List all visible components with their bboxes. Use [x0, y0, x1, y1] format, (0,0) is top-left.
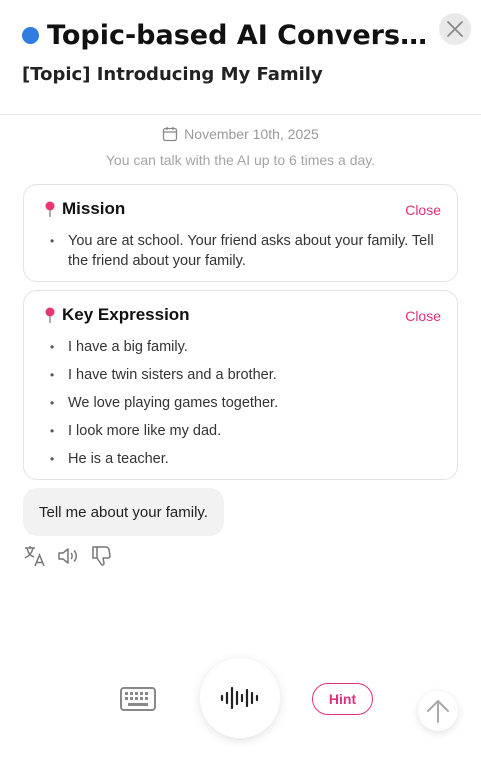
speaker-icon [58, 548, 77, 564]
mission-card: Mission Close You are at school. Your fr… [23, 184, 458, 282]
usage-limit-text: You can talk with the AI up to 6 times a… [105, 152, 376, 168]
header: Topic-based AI Conversati... [Topic] Int… [0, 0, 481, 115]
keyboard-icon [120, 687, 156, 711]
list-item: I have twin sisters and a brother. [50, 365, 439, 385]
list-item: We love playing games together. [50, 393, 439, 413]
close-icon [447, 21, 463, 37]
pin-icon [45, 307, 55, 323]
key-expression-header: Key Expression [42, 305, 190, 325]
message-actions [23, 544, 122, 568]
thumbs-down-icon [92, 546, 111, 566]
mission-close-button[interactable]: Close [405, 202, 441, 218]
microphone-waveform-icon [220, 686, 259, 710]
mission-title: Mission [62, 199, 126, 218]
translate-button[interactable] [23, 544, 47, 568]
hint-button[interactable]: Hint [312, 683, 373, 715]
title-row: Topic-based AI Conversati... [22, 20, 442, 51]
mission-header: Mission [42, 199, 125, 219]
key-expression-list: I have a big family. I have twin sisters… [50, 337, 439, 477]
key-expression-card: Key Expression Close I have a big family… [23, 290, 458, 480]
bottom-bar: Hint [0, 658, 481, 740]
list-item: I have a big family. [50, 337, 439, 357]
dislike-button[interactable] [89, 544, 113, 568]
key-expression-title: Key Expression [62, 305, 190, 324]
page-title: Topic-based AI Conversati... [47, 20, 442, 51]
date-text: November 10th, 2025 [184, 126, 319, 142]
translate-icon [24, 546, 45, 567]
status-dot [22, 27, 39, 44]
scroll-up-button[interactable] [418, 691, 458, 731]
list-item: He is a teacher. [50, 449, 439, 469]
list-item: You are at school. Your friend asks abou… [50, 231, 439, 271]
arrow-up-icon [427, 700, 449, 723]
speaker-button[interactable] [56, 544, 80, 568]
date-row: November 10th, 2025 [0, 126, 481, 142]
mission-list: You are at school. Your friend asks abou… [50, 231, 439, 271]
ai-message-bubble: Tell me about your family. [23, 488, 224, 536]
list-item: I look more like my dad. [50, 421, 439, 441]
close-button[interactable] [439, 13, 471, 45]
key-expression-close-button[interactable]: Close [405, 308, 441, 324]
keyboard-button[interactable] [120, 687, 156, 716]
calendar-icon [163, 127, 178, 142]
voice-input-button[interactable] [200, 658, 280, 738]
topic-subtitle: [Topic] Introducing My Family [22, 64, 323, 85]
pin-icon [45, 201, 55, 217]
